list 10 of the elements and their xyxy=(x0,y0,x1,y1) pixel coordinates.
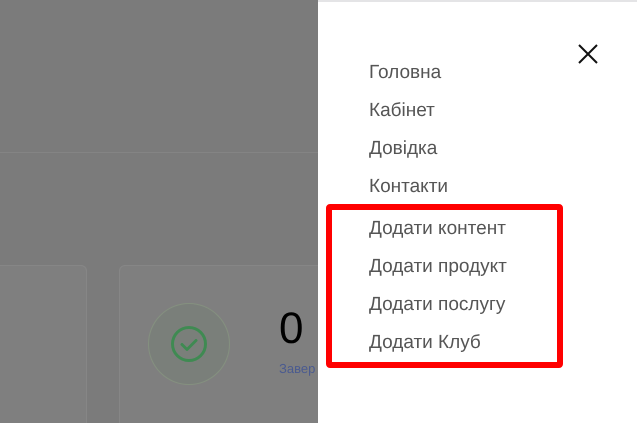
menu-link[interactable]: Додати послугу xyxy=(369,286,506,324)
close-icon[interactable] xyxy=(577,43,599,65)
menu-link[interactable]: Контакти xyxy=(369,168,448,206)
menu-link[interactable]: Додати контент xyxy=(369,210,506,248)
menu-link[interactable]: Кабінет xyxy=(369,92,435,130)
stat-value: 0 xyxy=(279,303,304,355)
menu-link[interactable]: Довідка xyxy=(369,130,438,168)
menu-link[interactable]: Додати продукт xyxy=(369,248,507,286)
menu-link[interactable]: Додати Клуб xyxy=(369,324,481,362)
menu-link[interactable]: Головна xyxy=(369,54,442,92)
